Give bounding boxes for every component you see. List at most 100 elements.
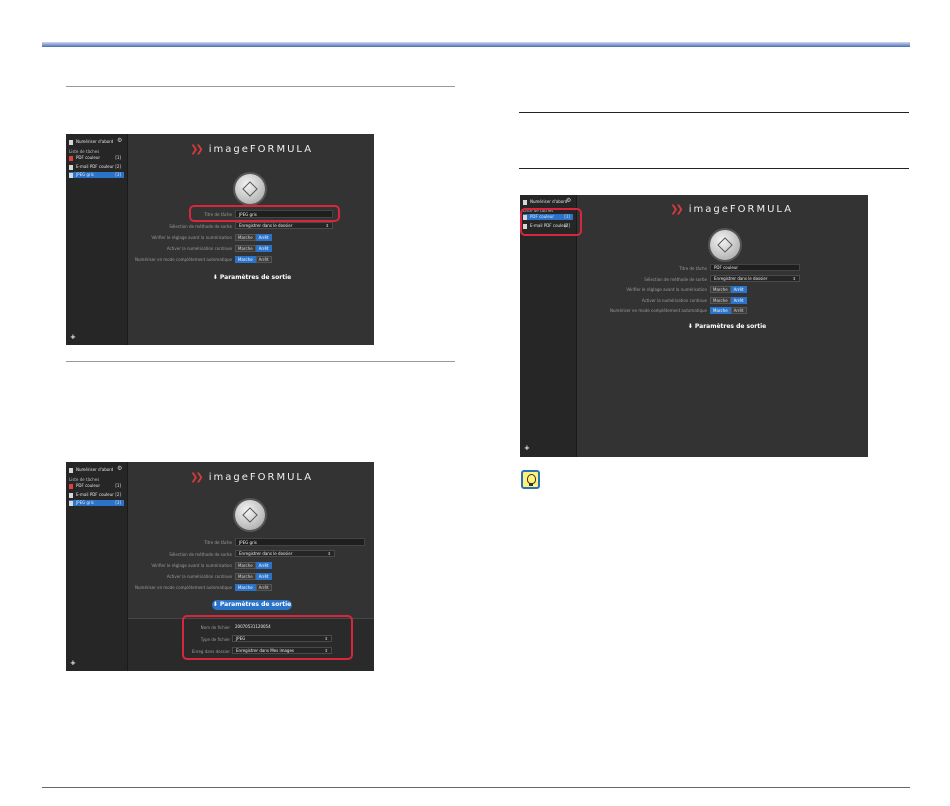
section-rule — [66, 361, 455, 362]
sidebar-item-jpeg-gris[interactable]: JPEG gris [3] — [69, 500, 124, 506]
app-logo: ❯❯ imageFORMULA — [670, 204, 794, 215]
toggle-off[interactable]: Arrêt — [255, 245, 272, 252]
verify-toggle[interactable]: Marche Arrêt — [710, 286, 747, 293]
toggle-on[interactable]: Marche — [710, 286, 731, 293]
highlight-task-list — [520, 208, 582, 236]
gear-icon[interactable]: ⚙ — [566, 197, 571, 204]
scan-button-icon[interactable] — [710, 230, 740, 260]
plus-icon[interactable]: + — [70, 659, 76, 667]
toggle-off[interactable]: Arrêt — [730, 297, 747, 304]
toggle-on[interactable]: Marche — [235, 256, 256, 263]
toggle-label: Numériser en mode complètement automatiq… — [610, 308, 707, 313]
task-sidebar: Numériser d'abord ⚙ Liste de tâches PDF … — [66, 462, 128, 671]
sidebar-item-count: [2] — [115, 164, 121, 169]
scan-button-icon[interactable] — [235, 500, 265, 530]
gear-icon[interactable]: ⚙ — [117, 465, 122, 472]
section-rule — [519, 168, 909, 169]
toggle-off[interactable]: Arrêt — [730, 307, 747, 314]
sidebar-item-email-pdf[interactable]: E-mail PDF couleur [2] — [69, 492, 124, 498]
toggle-on[interactable]: Marche — [710, 307, 731, 314]
toggle-on[interactable]: Marche — [235, 245, 256, 252]
task-list-header: Liste de tâches — [69, 477, 100, 482]
arrow-down-icon: ⬇ — [212, 601, 220, 608]
output-settings-button[interactable]: ⬇ Paramètres de sortie — [212, 273, 292, 283]
scan-button-icon[interactable] — [235, 174, 265, 204]
output-method-label: Sélection de méthode de sortie — [169, 224, 232, 229]
output-settings-label: Paramètres de sortie — [219, 601, 292, 608]
toggle-on[interactable]: Marche — [710, 297, 731, 304]
screenshot-output-settings: Numériser d'abord ⚙ Liste de tâches PDF … — [66, 462, 374, 671]
lightbulb-hint-icon — [521, 470, 540, 489]
document-icon — [69, 139, 73, 145]
document-icon — [69, 492, 73, 498]
continuous-toggle[interactable]: Marche Arrêt — [235, 573, 272, 580]
sidebar-item-count: [2] — [115, 492, 121, 497]
output-settings-label: Paramètres de sortie — [219, 274, 292, 281]
sidebar-item-label: PDF couleur — [76, 483, 100, 488]
document-icon — [69, 500, 73, 506]
toggle-label: Numériser en mode complètement automatiq… — [135, 585, 232, 590]
home-item[interactable]: Numériser d'abord — [69, 467, 124, 473]
verify-toggle[interactable]: Marche Arrêt — [235, 562, 272, 569]
highlight-task-title — [189, 205, 340, 222]
toggle-on[interactable]: Marche — [235, 562, 256, 569]
continuous-toggle[interactable]: Marche Arrêt — [235, 245, 272, 252]
output-method-select[interactable]: Enregistrer dans le dossier ⇕ — [710, 275, 800, 282]
plus-icon[interactable]: + — [524, 444, 530, 452]
verify-toggle[interactable]: Marche Arrêt — [235, 234, 272, 241]
sidebar-item-jpeg-gris[interactable]: JPEG gris [3] — [69, 172, 124, 178]
sidebar-item-pdf-couleur[interactable]: PDF couleur [1] — [69, 155, 124, 161]
sidebar-item-count: [3] — [115, 172, 121, 177]
sidebar-item-label: E-mail PDF couleur — [76, 164, 114, 169]
sidebar-item-label: E-mail PDF couleur — [76, 492, 114, 497]
section-rule — [66, 86, 455, 87]
toggle-off[interactable]: Arrêt — [730, 286, 747, 293]
toggle-label: Vérifier le réglage avant la numérisatio… — [626, 287, 707, 292]
toggle-label: Numériser en mode complètement automatiq… — [135, 257, 232, 262]
document-icon — [69, 467, 73, 473]
output-method-select[interactable]: Enregistrer dans le dossier ⇕ — [235, 222, 333, 229]
output-method-select[interactable]: Enregistrer dans le dossier ⇕ — [235, 550, 335, 557]
arrow-down-icon: ⬇ — [212, 274, 220, 281]
output-settings-button[interactable]: ⬇ Paramètres de sortie — [687, 322, 767, 332]
sidebar-item-count: [1] — [115, 155, 121, 160]
auto-toggle[interactable]: Marche Arrêt — [235, 584, 272, 591]
toggle-label: Activer la numérisation continue — [166, 574, 232, 579]
toggle-on[interactable]: Marche — [235, 584, 256, 591]
sidebar-item-count: [1] — [115, 483, 121, 488]
document-icon — [69, 164, 73, 170]
gear-icon[interactable]: ⚙ — [117, 137, 122, 144]
toggle-on[interactable]: Marche — [235, 573, 256, 580]
task-title-label: Titre de tâche — [679, 266, 707, 271]
plus-icon[interactable]: + — [70, 333, 76, 341]
task-title-input[interactable]: PDF couleur — [710, 264, 800, 271]
app-logo: ❯❯ imageFORMULA — [190, 472, 314, 483]
toggle-on[interactable]: Marche — [235, 234, 256, 241]
document-icon — [523, 199, 527, 205]
toggle-off[interactable]: Arrêt — [255, 584, 272, 591]
task-title-input[interactable]: JPEG gris — [235, 538, 365, 546]
home-label: Numériser d'abord — [76, 139, 114, 144]
home-item[interactable]: Numériser d'abord — [69, 139, 124, 145]
highlight-output-panel — [182, 615, 353, 660]
sidebar-item-pdf-couleur[interactable]: PDF couleur [1] — [69, 483, 124, 489]
toggle-label: Activer la numérisation continue — [166, 246, 232, 251]
select-value: Enregistrer dans le dossier — [239, 551, 293, 556]
output-settings-button[interactable]: ⬇ Paramètres de sortie — [212, 600, 292, 610]
toggle-off[interactable]: Arrêt — [255, 573, 272, 580]
logo-text: imageFORMULA — [688, 204, 794, 215]
document-icon — [69, 172, 73, 178]
output-method-label: Sélection de méthode de sortie — [644, 277, 707, 282]
toggle-label: Activer la numérisation continue — [641, 298, 707, 303]
auto-toggle[interactable]: Marche Arrêt — [235, 256, 272, 263]
continuous-toggle[interactable]: Marche Arrêt — [710, 297, 747, 304]
document-icon — [69, 483, 73, 489]
toggle-off[interactable]: Arrêt — [255, 256, 272, 263]
select-value: Enregistrer dans le dossier — [239, 223, 293, 228]
screenshot-task-list: Numériser d'abord ⚙ Liste de tâches PDF … — [520, 195, 868, 457]
sidebar-item-email-pdf[interactable]: E-mail PDF couleur [2] — [69, 164, 124, 170]
toggle-off[interactable]: Arrêt — [255, 234, 272, 241]
toggle-off[interactable]: Arrêt — [255, 562, 272, 569]
output-method-label: Sélection de méthode de sortie — [169, 552, 232, 557]
auto-toggle[interactable]: Marche Arrêt — [710, 307, 747, 314]
